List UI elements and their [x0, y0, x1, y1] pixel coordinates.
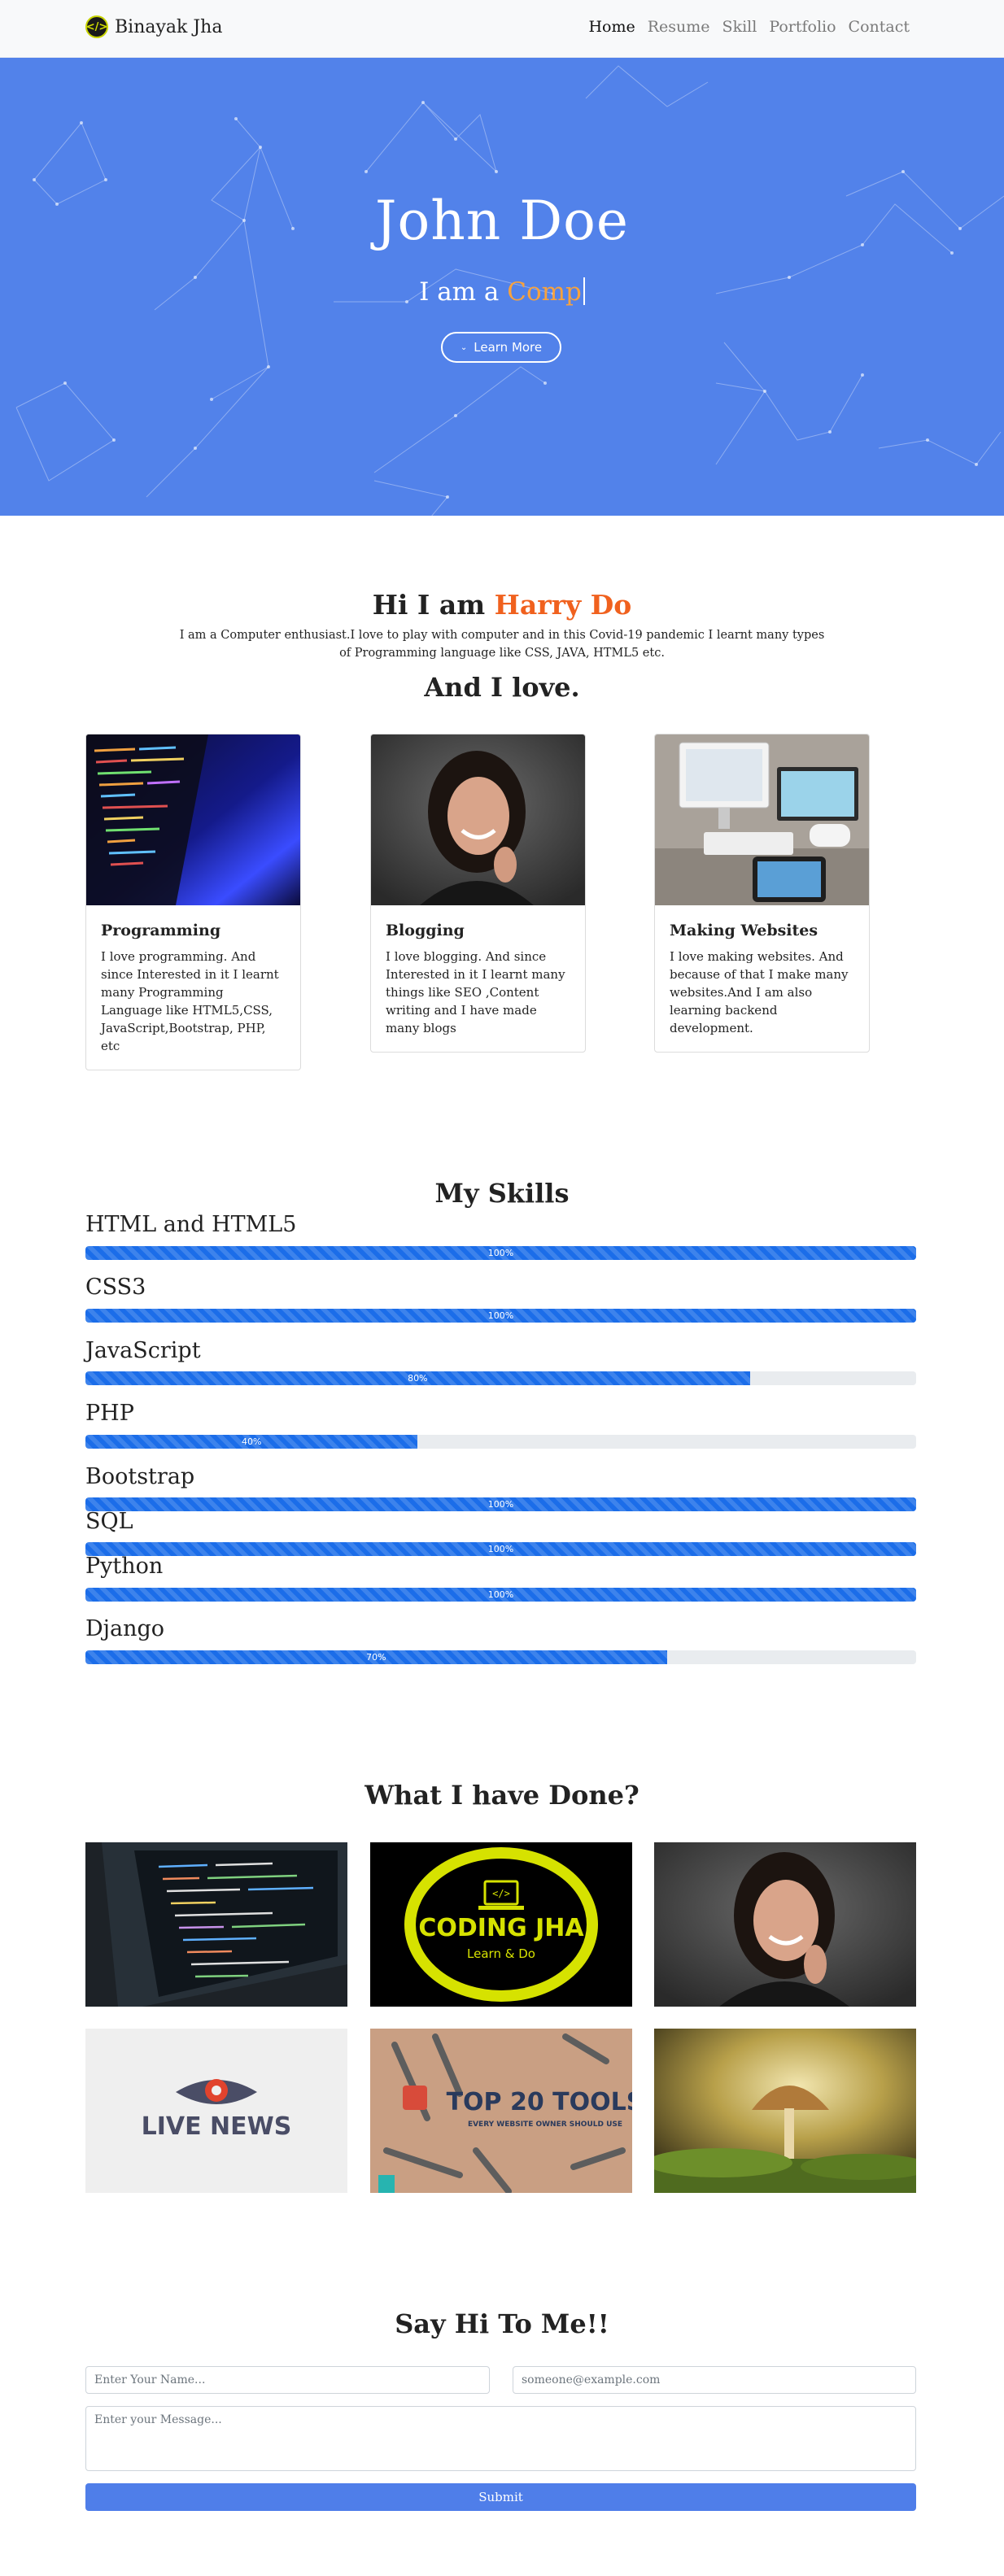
card-making-websites: Making Websites I love making websites. … [654, 734, 870, 1053]
hero-section: John Doe I am a Comp ⌄ Learn More [0, 58, 1004, 516]
nav-menu: Home Resume Skill Portfolio Contact [588, 18, 910, 36]
skill-name: Python [85, 1554, 164, 1579]
skill-progress-fill: 100% [85, 1588, 916, 1602]
about-description: I am a Computer enthusiast.I love to pla… [179, 629, 825, 660]
workspace-image [655, 734, 869, 905]
card-title: Blogging [386, 922, 465, 939]
about-heading-prefix: Hi I am [372, 589, 495, 621]
nav-link-home[interactable]: Home [588, 18, 635, 36]
live-news-title: LIVE NEWS [142, 2112, 292, 2141]
portfolio-tile-top-20-tools[interactable]: TOP 20 TOOLS EVERY WEBSITE OWNER SHOULD … [370, 2029, 632, 2193]
learn-more-button[interactable]: ⌄ Learn More [441, 332, 561, 363]
skill-name: Django [85, 1616, 165, 1641]
top-20-tools-image: TOP 20 TOOLS EVERY WEBSITE OWNER SHOULD … [370, 2029, 632, 2193]
skills-heading: My Skills [434, 1178, 570, 1209]
brand-logo-icon: </> [85, 15, 108, 38]
hero-typed-text: Comp [507, 277, 582, 307]
coding-jha-logo: </> CODING JHA Learn & Do [370, 1842, 632, 2007]
mushroom-image [654, 2029, 916, 2193]
skill-progress-fill: 100% [85, 1542, 916, 1556]
hero-subtitle-prefix: I am a [419, 277, 508, 307]
portfolio-tile-mushroom[interactable] [654, 2029, 916, 2193]
card-title: Programming [101, 922, 221, 939]
skill-progress-bar: 70% [85, 1650, 916, 1664]
card-title: Making Websites [670, 922, 818, 939]
skill-name: Bootstrap [85, 1464, 195, 1489]
skill-progress-fill: 100% [85, 1246, 916, 1260]
about-heading-name: Harry Do [494, 589, 632, 621]
hero-subtitle: I am a Comp [0, 277, 1004, 307]
svg-text:</>: </> [492, 1888, 510, 1899]
nav-link-contact[interactable]: Contact [849, 18, 910, 36]
name-input[interactable] [85, 2366, 490, 2394]
navbar: </> Binayak Jha Home Resume Skill Portfo… [0, 0, 1004, 58]
hero-title: John Doe [375, 190, 629, 252]
skill-progress-fill: 100% [85, 1309, 916, 1323]
submit-button[interactable]: Submit [85, 2483, 916, 2511]
blogging-portrait-image [371, 734, 585, 905]
skill-name: PHP [85, 1401, 134, 1426]
coding-jha-tagline: Learn & Do [467, 1946, 535, 1961]
card-text: I love programming. And since Interested… [101, 949, 279, 1053]
skill-progress-fill: 80% [85, 1371, 750, 1385]
typing-caret [583, 277, 585, 305]
skill-progress-bar: 100% [85, 1309, 916, 1323]
nav-link-portfolio[interactable]: Portfolio [769, 18, 836, 36]
brand-name: Binayak Jha [115, 16, 223, 37]
love-heading: And I love. [424, 672, 580, 703]
message-textarea[interactable] [85, 2406, 916, 2471]
portfolio-tile-laptop-code[interactable] [85, 1842, 347, 2007]
nav-link-resume[interactable]: Resume [648, 18, 710, 36]
portfolio-heading: What I have Done? [364, 1780, 640, 1811]
skill-progress-fill: 40% [85, 1435, 418, 1449]
skill-progress-bar: 80% [85, 1371, 916, 1385]
chevron-down-icon: ⌄ [460, 342, 468, 352]
card-text: I love blogging. And since Interested in… [386, 949, 565, 1035]
portfolio-tile-live-news[interactable]: LIVE NEWS [85, 2029, 347, 2193]
programming-image [86, 734, 300, 905]
tools-title: TOP 20 TOOLS [447, 2088, 632, 2116]
skill-progress-bar: 100% [85, 1497, 916, 1511]
card-programming: Programming I love programming. And sinc… [85, 734, 301, 1070]
laptop-code-image [85, 1842, 347, 2007]
skill-progress-fill: 70% [85, 1650, 667, 1664]
skill-progress-bar: 100% [85, 1542, 916, 1556]
skill-name: JavaScript [85, 1338, 201, 1363]
about-heading: Hi I am Harry Do [0, 589, 1004, 621]
card-text: I love making websites. And because of t… [670, 949, 849, 1035]
tools-tagline: EVERY WEBSITE OWNER SHOULD USE [468, 2121, 622, 2129]
skill-name: SQL [85, 1509, 133, 1534]
portfolio-tile-portrait[interactable] [654, 1842, 916, 2007]
contact-heading: Say Hi To Me!! [395, 2308, 609, 2339]
live-news-logo: LIVE NEWS [85, 2029, 347, 2193]
portrait-image [654, 1842, 916, 2007]
skill-name: HTML and HTML5 [85, 1212, 297, 1237]
coding-jha-title: CODING JHA [418, 1914, 584, 1942]
skill-name: CSS3 [85, 1275, 146, 1300]
skill-progress-bar: 100% [85, 1588, 916, 1602]
learn-more-label: Learn More [474, 340, 543, 355]
email-input[interactable] [513, 2366, 916, 2394]
brand[interactable]: </> Binayak Jha [85, 15, 222, 38]
skill-progress-bar: 40% [85, 1435, 916, 1449]
skill-progress-bar: 100% [85, 1246, 916, 1260]
skill-progress-fill: 100% [85, 1497, 916, 1511]
nav-link-skill[interactable]: Skill [722, 18, 757, 36]
card-blogging: Blogging I love blogging. And since Inte… [370, 734, 586, 1053]
portfolio-tile-coding-jha[interactable]: </> CODING JHA Learn & Do [370, 1842, 632, 2007]
